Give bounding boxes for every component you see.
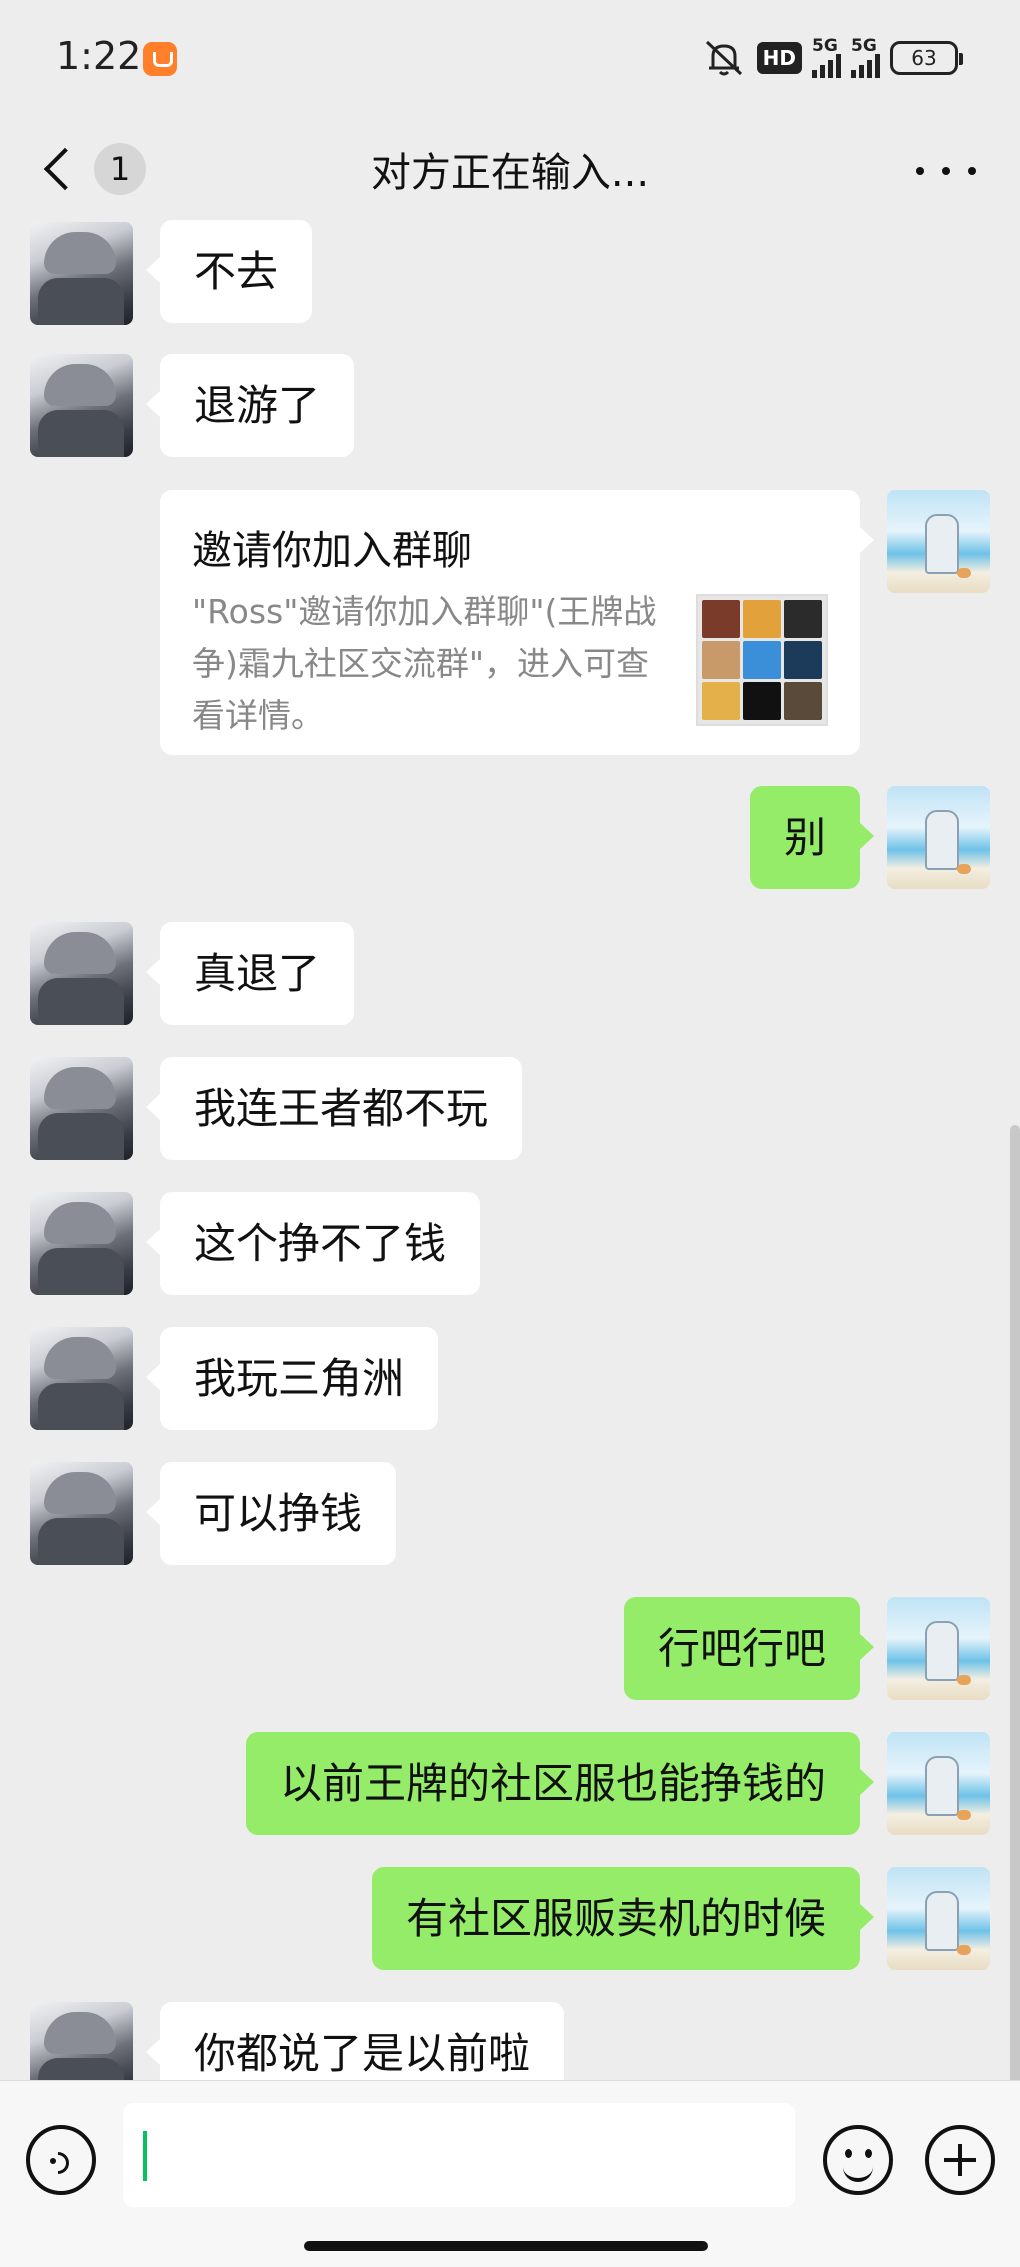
hd-voice-icon: HD: [756, 42, 802, 74]
contact-avatar[interactable]: [30, 354, 133, 457]
contact-avatar[interactable]: [30, 222, 133, 325]
invite-card-title: 邀请你加入群聊: [192, 528, 472, 574]
message-bubble[interactable]: 这个挣不了钱: [145, 1192, 481, 1295]
chat-title: 对方正在输入...: [370, 150, 650, 196]
self-avatar[interactable]: [887, 1867, 990, 1970]
message-bubble[interactable]: 真退了: [145, 922, 355, 1025]
home-indicator[interactable]: [304, 2241, 708, 2251]
self-avatar[interactable]: [887, 1732, 990, 1835]
message-bubble[interactable]: 退游了: [145, 354, 355, 457]
contact-avatar[interactable]: [30, 1192, 133, 1295]
message-input[interactable]: [123, 2103, 795, 2207]
more-icon[interactable]: [916, 156, 976, 186]
chat-header: 1 对方正在输入...: [0, 120, 1020, 220]
contact-avatar[interactable]: [30, 1327, 133, 1430]
emoji-icon[interactable]: [823, 2125, 893, 2195]
message-bubble[interactable]: 有社区服贩卖机的时候: [371, 1867, 875, 1970]
message-bubble[interactable]: 别: [749, 786, 875, 889]
contact-avatar[interactable]: [30, 1462, 133, 1565]
self-avatar[interactable]: [887, 490, 990, 593]
message-list[interactable]: 不去 退游了 邀请你加入群聊 "Ross"邀请你加入群聊"(王牌战争)霜九社区交…: [0, 220, 1020, 2080]
self-avatar[interactable]: [887, 786, 990, 889]
invite-card-description: "Ross"邀请你加入群聊"(王牌战争)霜九社区交流群"，进入可查看详情。: [192, 592, 657, 735]
message-bubble[interactable]: 可以挣钱: [145, 1462, 397, 1565]
status-bar: 1:22 HD 5G 5G 63: [0, 0, 1020, 120]
scrollbar[interactable]: [1010, 1125, 1020, 2080]
status-time: 1:22: [56, 34, 142, 78]
signal-sim1-icon: 5G: [812, 38, 841, 78]
voice-icon[interactable]: [26, 2125, 96, 2195]
message-bubble[interactable]: 以前王牌的社区服也能挣钱的: [245, 1732, 875, 1835]
text-caret: [143, 2131, 147, 2181]
self-avatar[interactable]: [887, 1597, 990, 1700]
shopping-app-icon: [143, 42, 177, 76]
battery-icon: 63: [890, 41, 963, 75]
message-bubble[interactable]: 你都说了是以前啦: [145, 2002, 565, 2080]
status-indicators: HD 5G 5G 63: [701, 36, 963, 80]
input-bar: [0, 2080, 1020, 2267]
message-bubble[interactable]: 我玩三角洲: [145, 1327, 439, 1430]
signal-sim2-icon: 5G: [851, 38, 880, 78]
plus-icon[interactable]: [925, 2125, 995, 2195]
message-bubble[interactable]: 不去: [145, 220, 313, 323]
group-avatar-grid: [696, 594, 828, 726]
contact-avatar[interactable]: [30, 2002, 133, 2080]
contact-avatar[interactable]: [30, 1057, 133, 1160]
message-bubble[interactable]: 我连王者都不玩: [145, 1057, 523, 1160]
group-invite-card[interactable]: 邀请你加入群聊 "Ross"邀请你加入群聊"(王牌战争)霜九社区交流群"，进入可…: [160, 490, 874, 755]
network-type-label: 5G: [851, 36, 877, 56]
network-type-label: 5G: [812, 36, 838, 56]
mute-icon: [705, 40, 742, 76]
message-bubble[interactable]: 行吧行吧: [623, 1597, 875, 1700]
contact-avatar[interactable]: [30, 922, 133, 1025]
